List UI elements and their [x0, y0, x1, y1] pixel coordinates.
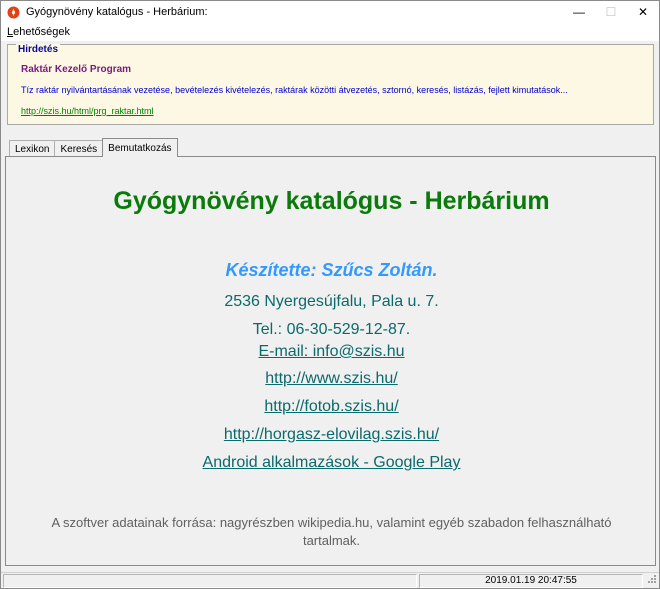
status-bar: 2019.01.19 20:47:55 — [1, 572, 659, 588]
menu-bar: Lehetőségek — [1, 23, 659, 41]
about-author: Készítette: Szűcs Zoltán. — [225, 260, 438, 280]
fishing-site-link[interactable]: http://horgasz-elovilag.szis.hu/ — [224, 426, 439, 443]
minimize-button[interactable]: — — [563, 1, 595, 23]
about-panel: Gyógynövény katalógus - Herbárium Készít… — [5, 156, 656, 566]
resize-grip-icon[interactable] — [647, 573, 657, 587]
ad-legend: Hirdetés — [16, 44, 61, 55]
data-source-note: A szoftver adatainak forrása: nagyrészbe… — [51, 515, 612, 548]
tab-lexikon[interactable]: Lexikon — [9, 140, 56, 157]
window-title: Gyógynövény katalógus - Herbárium: — [26, 6, 208, 18]
tab-kereses[interactable]: Keresés — [54, 140, 104, 157]
google-play-link[interactable]: Android alkalmazások - Google Play — [203, 454, 461, 471]
about-title: Gyógynövény katalógus - Herbárium — [113, 187, 550, 215]
status-cell-main — [3, 574, 417, 588]
tab-strip: Lexikon Keresés Bemutatkozás — [9, 138, 178, 157]
app-icon[interactable] — [6, 5, 20, 19]
ad-link[interactable]: http://szis.hu/html/prg_raktar.html — [21, 106, 154, 116]
close-button[interactable]: ✕ — [627, 1, 659, 23]
status-datetime: 2019.01.19 20:47:55 — [485, 575, 577, 586]
app-window: Gyógynövény katalógus - Herbárium: — ☐ ✕… — [0, 0, 660, 589]
ad-description: Tíz raktár nyilvántartásának vezetése, b… — [21, 85, 568, 95]
title-bar[interactable]: Gyógynövény katalógus - Herbárium: — ☐ ✕ — [1, 1, 659, 23]
menu-options-label: ehetőségek — [13, 26, 71, 38]
about-phone: Tel.: 06-30-529-12-87. — [252, 321, 411, 338]
email-link[interactable]: E-mail: info@szis.hu — [258, 343, 404, 360]
website-link[interactable]: http://www.szis.hu/ — [265, 370, 398, 387]
menu-options[interactable]: Lehetőségek — [7, 26, 70, 38]
photo-site-link[interactable]: http://fotob.szis.hu/ — [264, 398, 398, 415]
ad-panel: Hirdetés Raktár Kezelő Program Tíz raktá… — [7, 44, 654, 125]
maximize-button[interactable]: ☐ — [595, 1, 627, 23]
tab-bemutatkozas[interactable]: Bemutatkozás — [102, 138, 178, 157]
ad-title: Raktár Kezelő Program — [21, 64, 132, 75]
about-address: 2536 Nyergesújfalu, Pala u. 7. — [224, 293, 439, 310]
